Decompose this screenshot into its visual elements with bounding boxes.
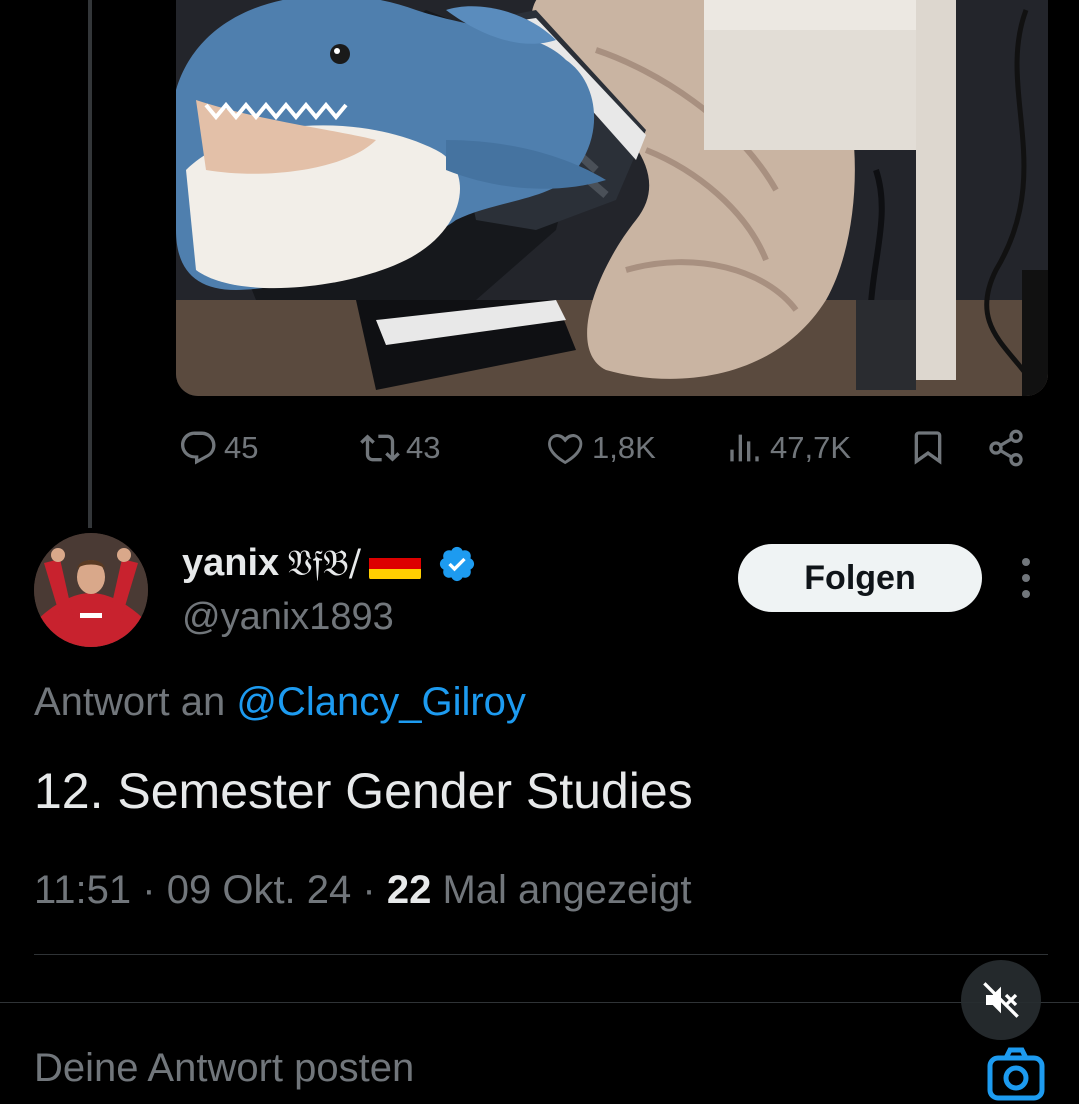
tweet-date[interactable]: 09 Okt. 24	[167, 868, 352, 912]
tweet-action-bar: 45 43 1,8K 47,7K	[0, 420, 1079, 480]
views-button[interactable]: 47,7K	[724, 428, 851, 468]
analytics-icon	[730, 434, 759, 462]
author-club-text: 𝔙𝔣𝔅/	[287, 542, 362, 584]
reply-to-prefix: Antwort an	[34, 680, 226, 724]
tweet-time[interactable]: 11:51	[34, 868, 131, 912]
divider	[34, 954, 1048, 955]
germany-flag-icon	[369, 547, 422, 580]
meta-separator: ·	[142, 868, 156, 912]
share-button[interactable]	[986, 428, 1026, 476]
divider	[0, 1002, 1079, 1003]
author-handle[interactable]: @yanix1893	[182, 596, 394, 639]
reply-button[interactable]: 45	[178, 428, 258, 468]
follow-button[interactable]: Folgen	[738, 544, 982, 612]
reply-to-line: Antwort an @Clancy_Gilroy	[34, 680, 526, 725]
like-count: 1,8K	[592, 430, 656, 465]
meta-separator: ·	[362, 868, 376, 912]
reply-input[interactable]: Deine Antwort posten	[34, 1046, 414, 1091]
repost-icon	[360, 434, 400, 462]
views-count: 47,7K	[770, 430, 852, 465]
tweet-photo[interactable]	[176, 0, 1048, 396]
verified-badge-icon	[439, 546, 475, 581]
more-options-icon[interactable]	[1008, 556, 1044, 600]
tweet-text: 12. Semester Gender Studies	[34, 763, 693, 819]
views-count-number: 22	[386, 868, 432, 912]
speaker-muted-icon	[983, 982, 1019, 1018]
views-label: Mal angezeigt	[442, 868, 692, 912]
share-icon	[989, 429, 1023, 467]
author-name-row[interactable]: yanix 𝔙𝔣𝔅/	[182, 542, 477, 585]
like-button[interactable]: 1,8K	[546, 428, 656, 468]
author-display-name: yanix	[182, 542, 280, 584]
repost-count: 43	[406, 430, 441, 465]
camera-icon[interactable]	[986, 1044, 1046, 1104]
bookmark-button[interactable]	[908, 428, 948, 476]
mute-button[interactable]	[961, 960, 1041, 1040]
heart-icon	[548, 433, 583, 465]
reply-to-mention-link[interactable]: @Clancy_Gilroy	[236, 680, 526, 724]
bookmark-icon	[914, 431, 942, 465]
avatar[interactable]	[34, 533, 148, 647]
reply-count: 45	[224, 430, 259, 465]
reply-icon	[181, 431, 216, 465]
repost-button[interactable]: 43	[360, 428, 440, 468]
tweet-meta: 11:51 · 09 Okt. 24 · 22 Mal angezeigt	[34, 868, 692, 913]
